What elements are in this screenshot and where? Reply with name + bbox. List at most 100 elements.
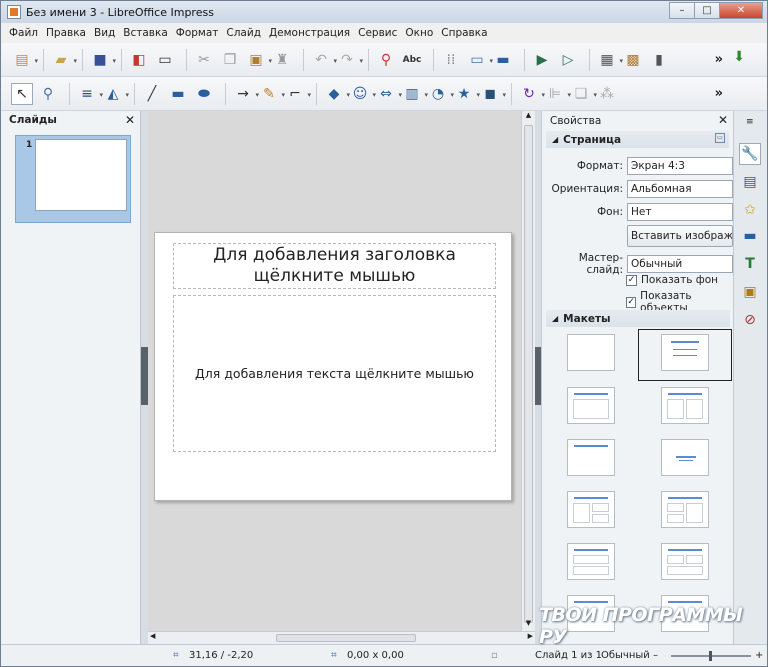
insert-image-button[interactable]: Вставить изображение [627,225,733,247]
properties-tab-icon[interactable]: 🔧 [739,143,761,165]
animation-tab-icon[interactable]: ✩ [739,199,761,221]
layout-blank[interactable] [567,334,615,371]
checkbox-checked-icon[interactable]: ✓ [626,296,637,308]
minimize-button[interactable]: – [669,2,695,19]
layouts-section-header[interactable]: ◢ Макеты [546,310,730,327]
zoom-slider-knob[interactable] [709,651,712,661]
layout-title-content-2-content[interactable] [661,491,709,528]
scroll-down-icon[interactable]: ▼ [522,619,535,631]
zoom-out-icon[interactable]: – [653,650,658,661]
vertical-scrollbar[interactable]: ▲ ▼ [521,111,535,631]
title-placeholder[interactable]: Для добавления заголовка щёлкните мышью [173,243,496,289]
menu-help[interactable]: Справка [441,27,487,39]
slide-transition-tab-icon[interactable]: ▬ [739,225,761,247]
new-document-icon[interactable]: ▤ ▾ [11,49,38,71]
zoom-in-icon[interactable]: + [755,650,763,661]
toolbar-overflow-button[interactable]: » [715,52,723,67]
table-icon[interactable]: ▦ ▾ [596,49,623,71]
find-replace-icon[interactable]: ⚲ [375,49,397,71]
document-modified-icon[interactable]: ▫ [491,650,498,661]
export-pdf-icon[interactable]: ◧ [128,49,150,71]
menu-file[interactable]: Файл [9,27,38,39]
clone-formatting-icon[interactable]: ♜ [271,49,293,71]
orientation-select[interactable]: Альбомная [627,180,733,198]
collapse-arrow-icon[interactable]: ◢ [552,314,558,323]
page-section-header[interactable]: ◢ Страница ▭ [546,131,729,148]
scroll-right-icon[interactable]: ▶ [528,632,533,640]
master-slides-tab-icon[interactable]: ▤ [739,171,761,193]
more-options-icon[interactable]: ▭ [715,133,725,143]
rotate-icon[interactable]: ↻ ▾ [518,83,545,105]
stars-icon[interactable]: ★ ▾ [453,83,480,105]
master-slide-icon[interactable]: ▬ [492,49,514,71]
menu-insert[interactable]: Вставка [123,27,168,39]
properties-close-icon[interactable]: ✕ [718,113,728,127]
gallery-tab-icon[interactable]: ▣ [739,281,761,303]
menu-edit[interactable]: Правка [46,27,86,39]
grid-icon[interactable]: ⁞⁞ [440,49,462,71]
curve-icon[interactable]: ✎ ▾ [258,83,285,105]
content-placeholder[interactable]: Для добавления текста щёлкните мышью [173,295,496,452]
slide-thumbnail-selected[interactable]: 1 [15,135,131,223]
master-slide-select[interactable]: Обычный [627,255,733,273]
callouts-icon[interactable]: ◔ ▾ [427,83,454,105]
spelling-icon[interactable]: Abc [401,49,423,71]
layout-title-content-over-content[interactable] [567,543,615,580]
horizontal-scrollbar[interactable]: ◀ ▶ [148,631,535,644]
display-views-icon[interactable]: ▭ ▾ [466,49,493,71]
undo-icon[interactable]: ↶ ▾ [310,49,337,71]
paste-icon[interactable]: ▣ ▾ [245,49,272,71]
drawing-toolbar-overflow-button[interactable]: » [715,86,723,101]
rectangle-icon[interactable]: ▬ [167,83,189,105]
zoom-pan-icon[interactable]: ⚲ [37,83,59,105]
scroll-up-icon[interactable]: ▲ [522,111,535,123]
layout-title-slide[interactable] [567,387,615,424]
left-splitter-grip[interactable] [141,347,148,405]
menu-slideshow[interactable]: Демонстрация [269,27,350,39]
image-icon[interactable]: ▩ [622,49,644,71]
left-pane-splitter[interactable] [141,111,148,644]
layout-centered-text[interactable] [661,439,709,476]
align-icon[interactable]: ⊫ ▾ [544,83,571,105]
save-icon[interactable]: ■ ▾ [89,49,116,71]
start-slideshow-icon[interactable]: ▶ [531,49,553,71]
connector-icon[interactable]: ⌐ ▾ [284,83,311,105]
ellipse-icon[interactable]: ⬬ [193,83,215,105]
arrange-icon[interactable]: ❏ ▾ [570,83,597,105]
show-background-checkbox[interactable]: ✓ Показать фон [626,274,718,286]
open-folder-icon[interactable]: ▰ ▾ [50,49,77,71]
master-slide-name[interactable]: Обычный [601,650,650,661]
slide-thumbnail[interactable] [35,139,127,211]
media-icon[interactable]: ▮ [648,49,670,71]
arrow-line-icon[interactable]: → ▾ [232,83,259,105]
symbol-shapes-icon[interactable]: ☺ ▾ [349,83,376,105]
copy-icon[interactable]: ❐ [219,49,241,71]
menu-slide[interactable]: Слайд [226,27,261,39]
basic-shapes-icon[interactable]: ◆ ▾ [323,83,350,105]
background-select[interactable]: Нет [627,203,733,221]
flowchart-icon[interactable]: ▥ ▾ [401,83,428,105]
menu-format[interactable]: Формат [176,27,219,39]
line-icon[interactable]: ╱ [141,83,163,105]
menu-window[interactable]: Окно [405,27,433,39]
redo-icon[interactable]: ↷ ▾ [336,49,363,71]
zoom-slider[interactable] [671,651,751,661]
close-button[interactable]: ✕ [719,2,763,19]
slides-pane-close-icon[interactable]: ✕ [125,113,135,127]
layout-title-only[interactable] [567,439,615,476]
update-available-icon[interactable]: ⬇ [733,49,745,65]
cut-icon[interactable]: ✂ [193,49,215,71]
sidebar-menu-icon[interactable]: ≡ [746,117,754,127]
start-current-slide-icon[interactable]: ▷ [557,49,579,71]
vertical-scroll-thumb[interactable] [524,125,533,623]
select-pointer-icon[interactable]: ↖ [11,82,33,105]
maximize-button[interactable]: □ [694,2,720,19]
format-select[interactable]: Экран 4:3 [627,157,733,175]
menu-view[interactable]: Вид [94,27,115,39]
block-arrows-icon[interactable]: ⇔ ▾ [375,83,402,105]
navigator-tab-icon[interactable]: ⊘ [739,309,761,331]
distribute-icon[interactable]: ⁂ [596,83,618,105]
styles-tab-icon[interactable]: T [739,253,761,275]
3d-objects-icon[interactable]: ◼ ▾ [479,83,506,105]
horizontal-scroll-thumb[interactable] [276,634,416,642]
